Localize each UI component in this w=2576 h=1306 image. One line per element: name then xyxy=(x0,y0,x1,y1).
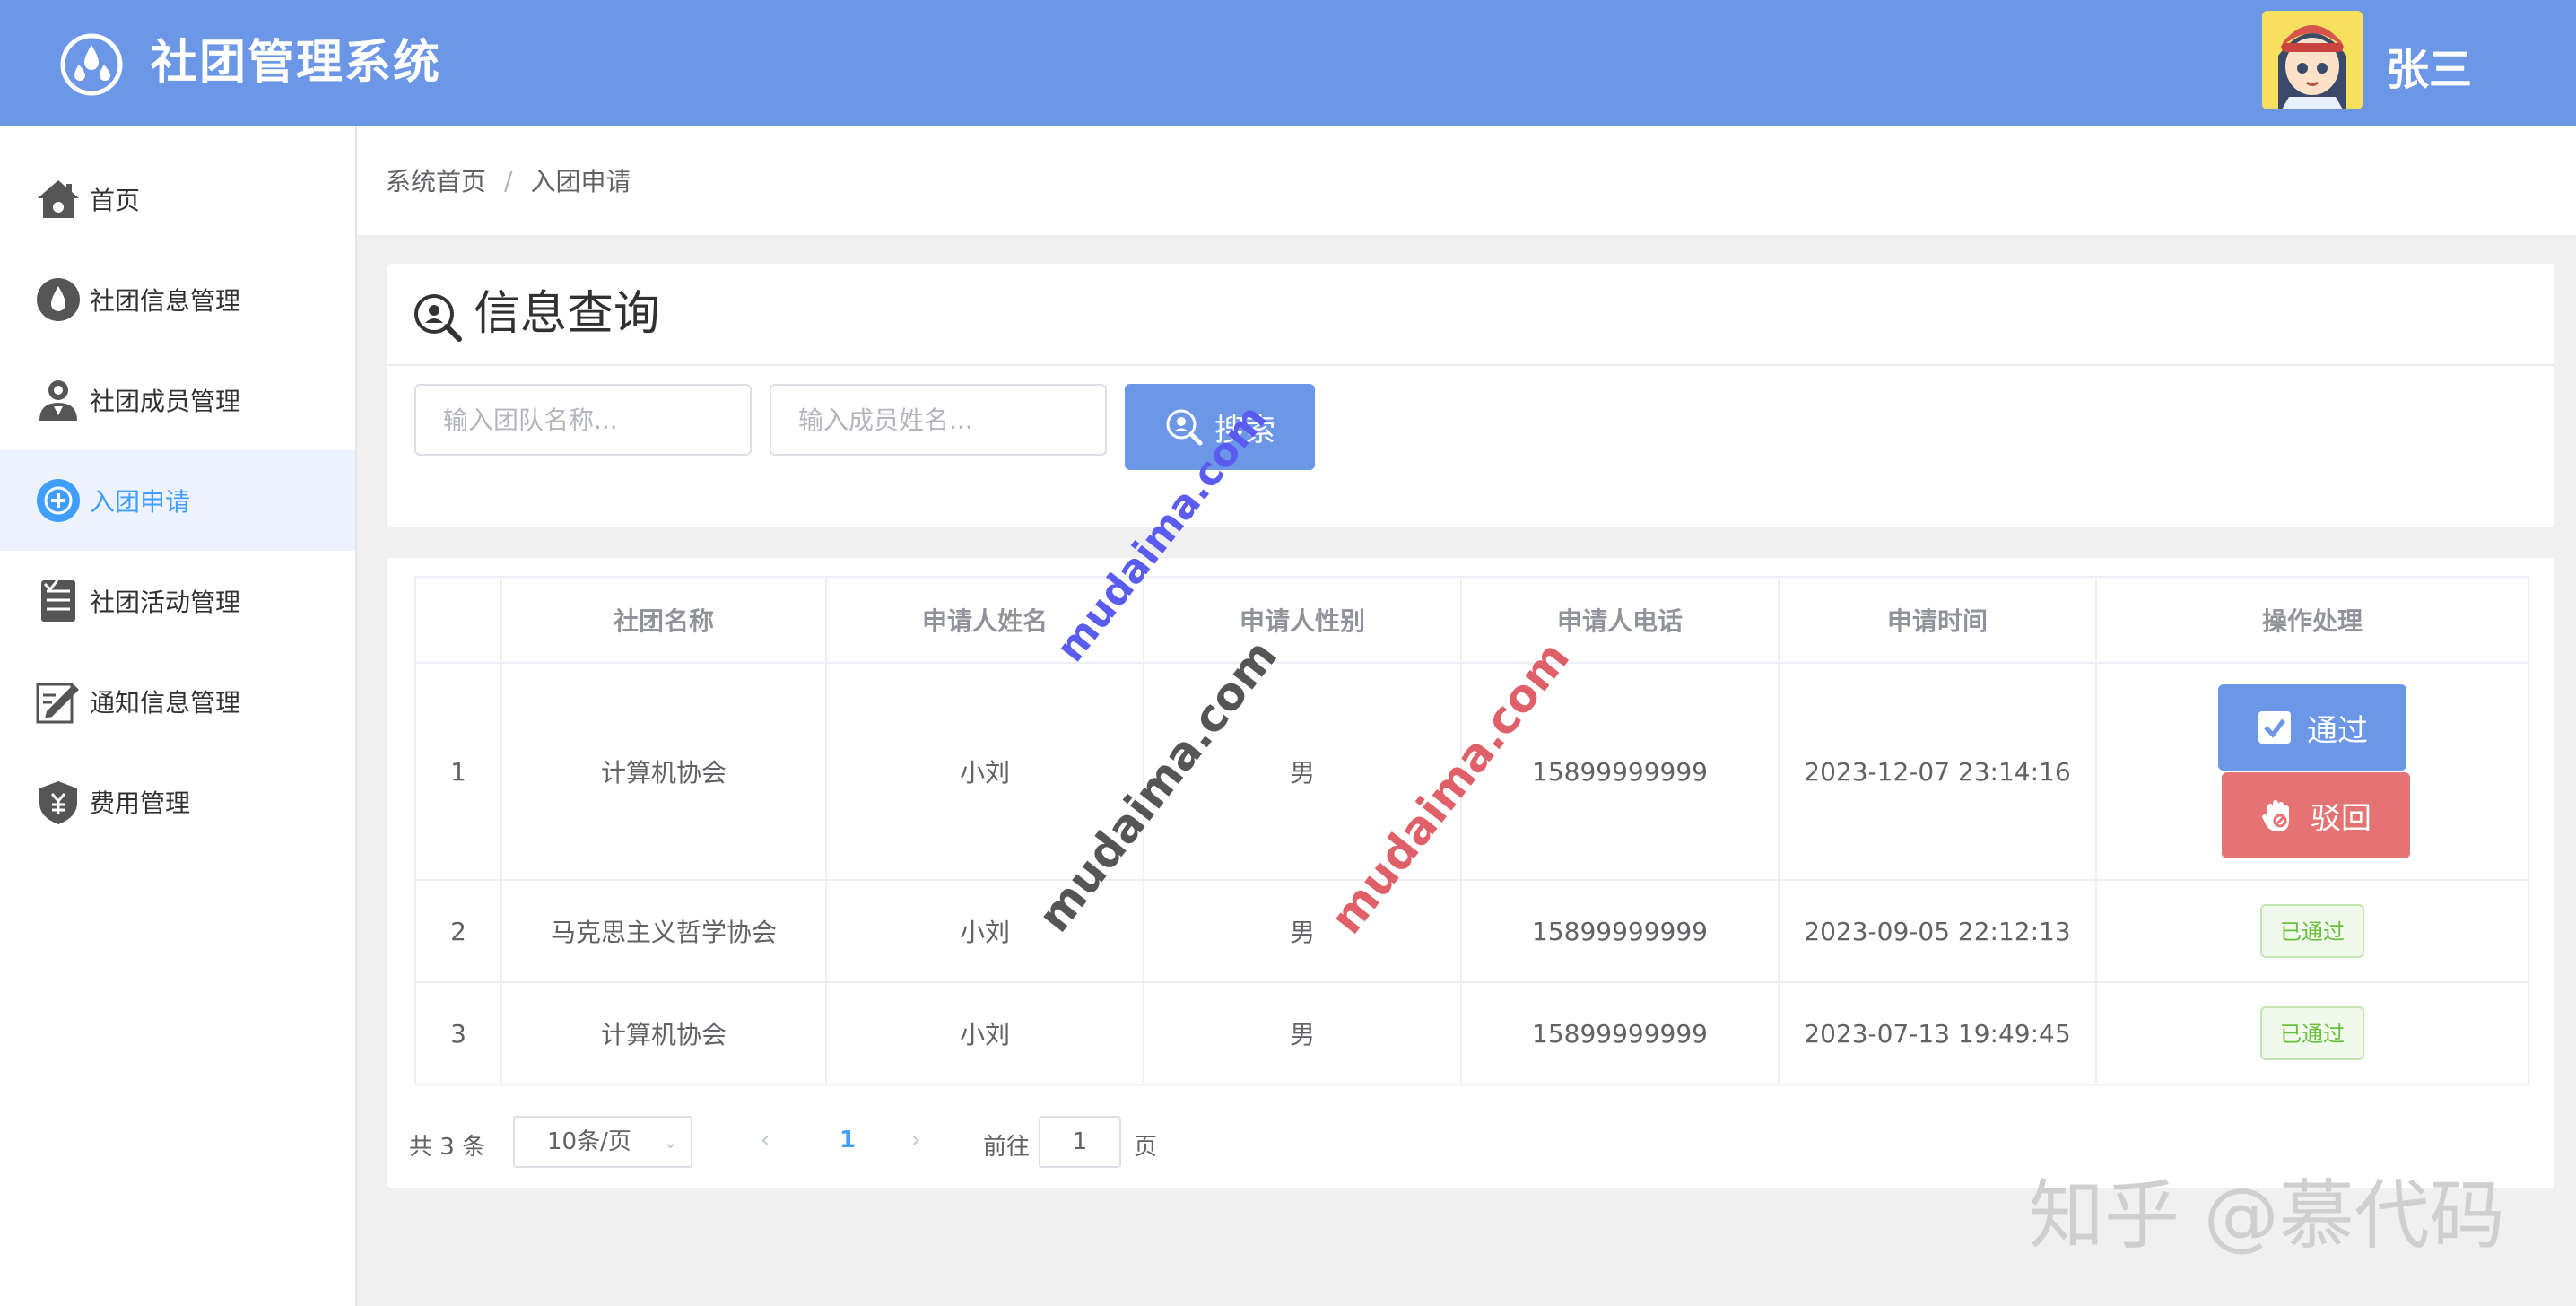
breadcrumb-home[interactable]: 系统首页 xyxy=(386,162,486,198)
cell-time: 2023-07-13 19:49:45 xyxy=(1778,981,2097,1085)
sidebar-item-members[interactable]: 社团成员管理 xyxy=(0,350,355,450)
breadcrumb: 系统首页 / 入团申请 xyxy=(357,126,2576,235)
sidebar: 首页 社团信息管理 社团成员管理 入团申请 社团活动管理 通知信息管理 费用管理 xyxy=(0,126,357,1306)
cell-name: 小刘 xyxy=(825,981,1144,1085)
status-badge: 已通过 xyxy=(2260,904,2364,958)
document-list-icon xyxy=(41,579,75,622)
cell-actions: 通过 驳回 xyxy=(2095,662,2529,881)
table-row: 2 马克思主义哲学协会 小刘 男 15899999999 2023-09-05 … xyxy=(414,879,2529,983)
cell-index: 2 xyxy=(414,879,502,983)
sidebar-item-label: 社团信息管理 xyxy=(90,286,241,316)
cell-club: 计算机协会 xyxy=(500,662,827,881)
cell-time: 2023-12-07 23:14:16 xyxy=(1778,662,2097,881)
sidebar-item-label: 费用管理 xyxy=(90,788,191,818)
team-name-input[interactable] xyxy=(414,384,752,456)
approve-button[interactable]: 通过 xyxy=(2218,684,2406,771)
status-badge: 已通过 xyxy=(2260,1006,2364,1060)
column-header: 操作处理 xyxy=(2095,576,2529,664)
reject-button[interactable]: 驳回 xyxy=(2222,772,2410,858)
top-header: 社团管理系统 张三 xyxy=(0,0,2576,126)
stop-hand-icon xyxy=(2262,800,2289,831)
avatar[interactable] xyxy=(2262,11,2363,109)
column-header: 申请人电话 xyxy=(1460,576,1780,664)
prev-page-icon[interactable]: ‹ xyxy=(761,1127,770,1154)
search-card-header: 信息查询 xyxy=(387,264,2554,366)
goto-label: 前往 xyxy=(983,1134,1031,1161)
sidebar-item-fees[interactable]: 费用管理 xyxy=(0,752,355,852)
app-title: 社团管理系统 xyxy=(151,36,442,90)
sidebar-item-label: 社团活动管理 xyxy=(90,588,241,617)
sidebar-item-club-info[interactable]: 社团信息管理 xyxy=(0,249,355,350)
column-header: 申请人性别 xyxy=(1143,576,1462,664)
search-icon xyxy=(414,294,462,342)
check-square-icon xyxy=(2258,711,2291,744)
user-icon xyxy=(39,380,77,421)
table-row: 3 计算机协会 小刘 男 15899999999 2023-07-13 19:4… xyxy=(414,981,2529,1085)
sidebar-item-home[interactable]: 首页 xyxy=(0,149,355,249)
goto-page-input[interactable] xyxy=(1039,1116,1121,1168)
cell-gender: 男 xyxy=(1143,981,1462,1085)
page-size-select[interactable]: 10条/页 ⌄ xyxy=(513,1116,692,1168)
water-drop-icon xyxy=(37,278,80,321)
table-header-row: 社团名称 申请人姓名 申请人性别 申请人电话 申请时间 操作处理 xyxy=(414,576,2529,664)
chevron-down-icon: ⌄ xyxy=(663,1131,678,1153)
sidebar-item-label: 首页 xyxy=(90,186,141,215)
table-card: 社团名称 申请人姓名 申请人性别 申请人电话 申请时间 操作处理 1 计算机协会… xyxy=(387,558,2554,1188)
cell-index: 1 xyxy=(414,662,502,881)
pagination-total: 共 3 条 xyxy=(409,1134,486,1161)
avatar-image-icon xyxy=(2262,11,2363,109)
breadcrumb-current: 入团申请 xyxy=(530,167,631,196)
page-size-value: 10条/页 xyxy=(547,1128,631,1155)
page-number[interactable]: 1 xyxy=(840,1127,856,1154)
sidebar-item-join-application[interactable]: 入团申请 xyxy=(0,450,355,551)
column-header: 申请时间 xyxy=(1778,576,2097,664)
cell-phone: 15899999999 xyxy=(1460,879,1780,983)
sidebar-item-notices[interactable]: 通知信息管理 xyxy=(0,651,355,752)
home-icon xyxy=(38,180,79,218)
applications-table: 社团名称 申请人姓名 申请人性别 申请人电话 申请时间 操作处理 1 计算机协会… xyxy=(414,576,2529,1085)
cell-actions: 已通过 xyxy=(2095,981,2529,1085)
breadcrumb-separator: / xyxy=(504,165,513,196)
cell-club: 计算机协会 xyxy=(500,981,827,1085)
logo-icon xyxy=(60,33,123,96)
column-header: 社团名称 xyxy=(500,576,827,664)
sidebar-item-label: 入团申请 xyxy=(90,487,191,517)
cell-phone: 15899999999 xyxy=(1460,981,1780,1085)
sidebar-item-label: 通知信息管理 xyxy=(90,688,241,718)
search-card: 信息查询 搜索 xyxy=(387,264,2554,527)
next-page-icon[interactable]: › xyxy=(911,1127,920,1154)
column-header xyxy=(414,576,502,664)
cell-club: 马克思主义哲学协会 xyxy=(500,879,827,983)
approve-button-label: 通过 xyxy=(2307,713,2368,748)
search-icon xyxy=(1166,409,1203,446)
shield-money-icon xyxy=(39,781,77,824)
page-unit-label: 页 xyxy=(1134,1134,1158,1161)
sidebar-item-activities[interactable]: 社团活动管理 xyxy=(0,551,355,651)
cell-time: 2023-09-05 22:12:13 xyxy=(1778,879,2097,983)
page-title: 信息查询 xyxy=(474,287,661,341)
sidebar-item-label: 社团成员管理 xyxy=(90,387,241,416)
plus-circle-icon xyxy=(37,479,80,522)
member-name-input[interactable] xyxy=(770,384,1107,456)
cell-actions: 已通过 xyxy=(2095,879,2529,983)
cell-gender: 男 xyxy=(1143,879,1462,983)
pagination: 共 3 条 10条/页 ⌄ ‹ 1 › 前往 页 xyxy=(409,1116,1216,1168)
edit-note-icon xyxy=(36,683,79,724)
corner-watermark: 知乎 @慕代码 xyxy=(2029,1171,2505,1259)
username[interactable]: 张三 xyxy=(2386,34,2472,97)
cell-index: 3 xyxy=(414,981,502,1085)
reject-button-label: 驳回 xyxy=(2311,801,2371,836)
